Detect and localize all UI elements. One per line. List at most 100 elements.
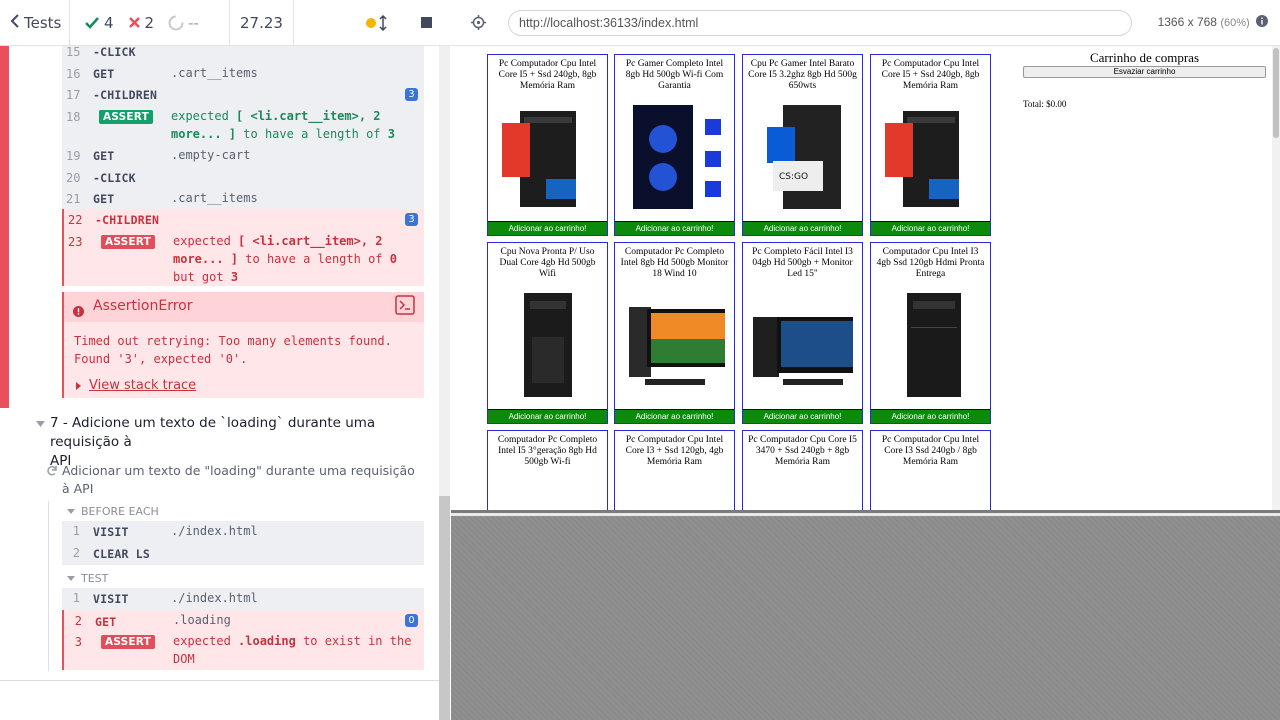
reporter-header: Tests 4 2 -- 27.23 <box>0 0 450 46</box>
product-card: Pc Gamer Completo Intel 8gb Hd 500gb Wi-… <box>614 54 735 236</box>
aut-panel: http://localhost:36133/index.html 1366 x… <box>451 0 1280 720</box>
product-image <box>881 99 981 209</box>
reporter-body: 15 -CLICK 16 GET .cart__items 17 -CHILDR… <box>0 46 440 680</box>
info-icon <box>1256 15 1268 27</box>
add-to-cart-button[interactable]: Adicionar ao carrinho! <box>743 221 862 235</box>
add-to-cart-button[interactable]: Adicionar ao carrinho! <box>871 221 990 235</box>
product-image <box>625 99 725 209</box>
caret-down-icon <box>67 509 75 514</box>
application-under-test: Pc Computador Cpu Intel Core I5 + Ssd 24… <box>451 46 1280 513</box>
product-card: Computador Cpu Intel I3 4gb Ssd 120gb Hd… <box>870 242 991 424</box>
assert-badge: ASSERT <box>101 235 155 249</box>
tests-label: Tests <box>24 13 62 32</box>
add-to-cart-button[interactable]: Adicionar ao carrinho! <box>615 221 734 235</box>
refresh-icon <box>47 466 57 476</box>
reporter-panel: Tests 4 2 -- 27.23 15 -CLICK 16 GET .car… <box>0 0 450 720</box>
caret-down-icon <box>67 576 75 581</box>
product-title: Pc Completo Fácil Intel I3 04gb Hd 500gb… <box>752 247 853 279</box>
product-image <box>753 287 857 397</box>
product-title: Computador Cpu Intel I3 4gb Ssd 120gb Hd… <box>876 247 985 279</box>
add-to-cart-button[interactable]: Adicionar ao carrinho! <box>488 409 607 423</box>
command-row-failed[interactable]: 3 ASSERT expected .loading to exist in t… <box>62 632 424 670</box>
command-row[interactable]: 18 ASSERT expected [ <li.cart__item>, 2 … <box>62 105 424 146</box>
count-badge: 0 <box>405 614 418 627</box>
product-image <box>498 469 598 510</box>
command-row[interactable]: 16 GET .cart__items <box>62 62 424 84</box>
print-to-console-icon[interactable] <box>395 295 415 319</box>
product-image <box>881 469 981 510</box>
command-row[interactable]: 19 GET .empty-cart <box>62 146 424 167</box>
tests-button[interactable]: Tests <box>0 0 70 46</box>
cart-total: Total: $0.00 <box>1023 99 1067 109</box>
failed-count: 2 <box>128 14 154 32</box>
product-image <box>625 469 725 510</box>
pending-circle-icon <box>168 15 184 30</box>
product-image <box>753 469 853 510</box>
hook-before-each[interactable]: BEFORE EACH <box>67 505 159 518</box>
pending-count: -- <box>168 14 199 32</box>
add-to-cart-button[interactable]: Adicionar ao carrinho! <box>488 221 607 235</box>
chevron-left-icon <box>10 13 20 32</box>
stats: 4 2 -- <box>70 0 230 46</box>
product-card: Pc Computador Cpu Intel Core I5 + Ssd 24… <box>487 54 608 236</box>
auto-scroll-dot-icon[interactable] <box>366 14 387 31</box>
command-row[interactable]: 20 -CLICK <box>62 167 424 188</box>
passed-count: 4 <box>84 14 114 32</box>
browser-bar: http://localhost:36133/index.html 1366 x… <box>451 0 1280 46</box>
count-badge: 3 <box>405 213 418 226</box>
product-title: Pc Computador Cpu Intel Core I5 + Ssd 24… <box>881 59 980 91</box>
url-bar[interactable]: http://localhost:36133/index.html <box>508 10 1132 36</box>
selector-playground-icon[interactable] <box>471 15 486 34</box>
test-title[interactable]: Adicionar um texto de "loading" durante … <box>46 462 430 498</box>
empty-cart-button[interactable]: Esvaziar carrinho <box>1023 66 1266 78</box>
error-panel: AssertionError Timed out retrying: Too m… <box>62 292 424 398</box>
command-row[interactable]: 1 VISIT ./index.html <box>62 521 424 543</box>
error-message-line: Timed out retrying: Too many elements fo… <box>74 334 392 348</box>
add-to-cart-button[interactable]: Adicionar ao carrinho! <box>871 409 990 423</box>
cart-title: Carrinho de compras <box>1089 50 1200 65</box>
product-title: Computador Pc Completo Intel 8gb Hd 500g… <box>620 247 729 279</box>
command-row-failed[interactable]: 2 GET .loading 0 <box>62 610 424 632</box>
product-image: CS:GO <box>753 99 853 209</box>
product-card: Pc Computador Cpu Intel Core I5 + Ssd 24… <box>870 54 991 236</box>
hook-test[interactable]: TEST <box>67 572 108 585</box>
assert-badge: ASSERT <box>101 635 155 649</box>
product-card: Pc Computador Cpu Core I5 3470 + Ssd 240… <box>742 430 863 510</box>
count-badge: 3 <box>405 88 418 101</box>
command-row[interactable]: 15 -CLICK <box>62 46 424 62</box>
command-row-failed[interactable]: 23 ASSERT expected [ <li.cart__item>, 2 … <box>62 230 424 286</box>
product-title: Pc Gamer Completo Intel 8gb Hd 500gb Wi-… <box>625 59 724 91</box>
add-to-cart-button[interactable]: Adicionar ao carrinho! <box>615 409 734 423</box>
cart: Carrinho de compras Esvaziar carrinho To… <box>1023 50 1266 109</box>
product-card: Computador Pc Completo Intel I5 3°geraçã… <box>487 430 608 510</box>
command-row[interactable]: 21 GET .cart__items <box>62 188 424 209</box>
product-title: Cpu Nova Pronta P/ Uso Dual Core 4gb Hd … <box>499 247 596 279</box>
add-to-cart-button[interactable]: Adicionar ao carrinho! <box>743 409 862 423</box>
arrows-vertical-icon <box>379 14 387 31</box>
error-circle-icon <box>73 302 84 321</box>
reporter-footer <box>0 680 440 720</box>
product-title: Pc Computador Cpu Intel Core I5 + Ssd 24… <box>498 59 597 91</box>
error-title: AssertionError <box>93 298 193 314</box>
command-row[interactable]: 2 CLEAR LS <box>62 543 424 565</box>
stop-icon[interactable] <box>421 14 432 32</box>
svg-text:CS:GO: CS:GO <box>779 172 808 182</box>
command-row[interactable]: 17 -CHILDREN 3 <box>62 84 424 105</box>
command-row-failed[interactable]: 22 -CHILDREN 3 <box>62 209 424 230</box>
error-message-line: Found '3', expected '0'. <box>74 352 248 366</box>
controls <box>294 0 450 46</box>
view-stack-trace-link[interactable]: View stack trace <box>76 378 196 393</box>
x-icon <box>128 17 140 28</box>
command-row[interactable]: 1 VISIT ./index.html <box>62 588 424 610</box>
reporter-scrollbar-thumb[interactable] <box>439 496 450 720</box>
product-card: Pc Computador Cpu Intel Core I3 + Ssd 12… <box>614 430 735 510</box>
app-scrollbar-thumb[interactable] <box>1273 48 1279 138</box>
product-image <box>498 287 598 397</box>
assert-badge: ASSERT <box>99 110 153 124</box>
product-card: Pc Completo Fácil Intel I3 04gb Hd 500gb… <box>742 242 863 424</box>
viewport-info: 1366 x 768 (60%) <box>1158 15 1268 29</box>
empty-viewport-area <box>451 516 1280 720</box>
check-icon <box>85 16 99 29</box>
product-image <box>881 287 981 399</box>
product-image <box>625 287 729 397</box>
